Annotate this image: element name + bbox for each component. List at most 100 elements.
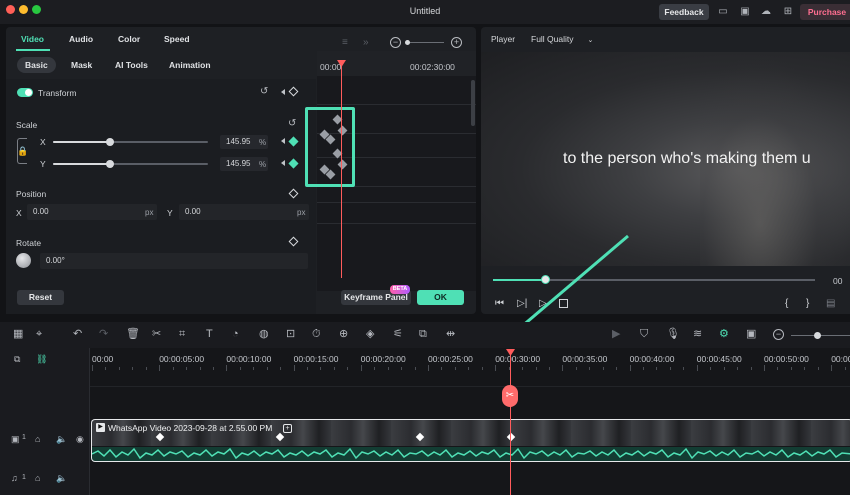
timeline-playhead xyxy=(510,352,511,495)
ruler-tick xyxy=(616,367,618,370)
ruler-tick xyxy=(320,367,322,370)
stabilize-icon[interactable]: ⊡ xyxy=(286,329,295,340)
ruler-tick xyxy=(481,367,483,370)
ruler-tick-label: 00:00:05:00 xyxy=(159,354,205,364)
ruler-tick xyxy=(118,367,120,370)
audio-track-number: 1 xyxy=(22,474,26,481)
ruler-tick-label: 00:00:15:00 xyxy=(293,354,339,364)
ruler-tick xyxy=(804,367,806,370)
ruler-tick xyxy=(468,367,470,370)
ruler-tick xyxy=(589,367,591,370)
eye-icon[interactable]: ◉ xyxy=(76,435,84,444)
ruler-tick xyxy=(159,365,161,371)
ruler-tick xyxy=(683,367,685,370)
ruler-tick xyxy=(629,365,631,371)
ruler-tick xyxy=(428,365,429,371)
ruler-tick xyxy=(441,367,443,370)
clip-play-icon: ▶ xyxy=(96,423,105,432)
folder-icon[interactable]: ⌂ xyxy=(35,435,40,444)
render-icon[interactable]: ▶ xyxy=(612,329,620,340)
crop-icon[interactable]: ⌗ xyxy=(179,329,185,340)
ruler-tick xyxy=(414,367,416,370)
ruler-tick xyxy=(696,365,698,371)
ruler-tick xyxy=(172,367,174,370)
clip-fx-icon[interactable]: + xyxy=(283,424,292,433)
undo-icon[interactable]: ↶ xyxy=(73,329,82,340)
timeline-zoom-out-icon[interactable]: − xyxy=(773,329,784,340)
timeline-zoom-thumb[interactable] xyxy=(814,332,821,339)
ruler-tick xyxy=(132,367,134,370)
ruler-tick-label: 00:00:45:00 xyxy=(696,354,742,364)
video-track-number: 1 xyxy=(22,434,26,441)
ruler-tick-label: 00:00:25:00 xyxy=(428,354,473,364)
ruler-tick xyxy=(105,367,107,370)
ruler-tick xyxy=(92,365,93,371)
link-icon[interactable]: ⛓ xyxy=(36,355,47,364)
add-track-icon[interactable]: ⧉ xyxy=(14,355,20,364)
ruler-tick xyxy=(266,367,268,370)
ruler-tick xyxy=(360,365,362,371)
ruler-tick xyxy=(293,365,295,371)
audio-mix-icon[interactable]: ⧉ xyxy=(419,329,427,340)
layout-icon[interactable]: ▦ xyxy=(13,329,23,340)
pip-icon[interactable]: ▣ xyxy=(746,329,756,340)
split-icon[interactable]: ⇹ xyxy=(446,329,455,340)
ruler-tick xyxy=(669,367,671,370)
ruler-tick xyxy=(333,367,335,370)
ruler-tick xyxy=(186,367,188,370)
ruler-tick xyxy=(347,367,349,370)
music-note-icon: ♫ xyxy=(11,473,18,483)
ruler-tick-label: 00:00 xyxy=(92,354,114,364)
color-palette-icon[interactable]: ◍ xyxy=(259,329,269,340)
ruler-tick xyxy=(737,367,739,370)
ruler-tick xyxy=(575,367,577,370)
ruler-tick xyxy=(831,365,833,371)
ruler-tick xyxy=(454,367,456,370)
ruler-tick-label: 00:00:50:00 xyxy=(764,354,809,364)
ruler-tick xyxy=(790,367,792,370)
ai-audio-icon[interactable]: ≋ xyxy=(693,329,702,340)
ruler-tick xyxy=(253,367,255,370)
ruler-tick-label: 00:00:40:00 xyxy=(629,354,675,364)
ruler-tick xyxy=(199,367,201,370)
speaker-icon[interactable]: 🔈 xyxy=(56,435,67,444)
ruler-tick xyxy=(401,367,403,370)
timer-icon[interactable]: ⏱ xyxy=(312,329,321,340)
video-track-icon: ▣ xyxy=(11,434,20,444)
snap-icon[interactable]: ⚙ xyxy=(719,329,729,340)
adjust-icon[interactable]: ⚟ xyxy=(393,329,403,340)
ruler-tick xyxy=(495,365,497,371)
track-divider xyxy=(90,386,850,387)
audio-speaker-icon[interactable]: 🔈 xyxy=(56,474,67,483)
clip-title: WhatsApp Video 2023-09-28 at 2.55.00 PM xyxy=(108,423,273,433)
ruler-tick xyxy=(522,367,524,370)
scissors-icon[interactable]: ✂ xyxy=(502,385,518,407)
ruler-tick xyxy=(548,367,550,370)
ruler-tick-label: 00:00:10:00 xyxy=(226,354,272,364)
marker-icon[interactable]: ⛉ xyxy=(640,329,648,340)
ruler-tick xyxy=(387,367,389,370)
redo-icon[interactable]: ↷ xyxy=(99,329,108,340)
ruler-tick xyxy=(710,367,712,370)
speed-icon[interactable]: ◔ xyxy=(232,329,239,340)
ruler-tick xyxy=(226,365,228,371)
select-tool-icon[interactable]: ⌖ xyxy=(36,329,42,340)
ruler-tick xyxy=(750,367,752,370)
ruler-tick xyxy=(723,367,725,370)
audio-folder-icon[interactable]: ⌂ xyxy=(35,474,40,483)
ruler-tick-label: 00:00:35:00 xyxy=(562,354,608,364)
ruler-tick-label: 00:00:20:00 xyxy=(360,354,406,364)
ruler-tick xyxy=(844,367,846,370)
cut-icon[interactable]: ✂ xyxy=(152,329,161,340)
delete-icon[interactable]: 🗑 xyxy=(126,329,140,340)
ruler-tick-label: 00:00:30:00 xyxy=(495,354,541,364)
motion-tracking-icon[interactable]: ⊕ xyxy=(339,329,348,340)
keyframe-tool-icon[interactable]: ◈ xyxy=(366,329,374,340)
ruler-tick xyxy=(817,367,819,370)
ruler-tick xyxy=(145,367,147,370)
ruler-tick xyxy=(764,365,765,371)
microphone-icon[interactable]: 🎙 xyxy=(666,329,680,340)
text-icon[interactable]: T xyxy=(206,329,213,340)
ruler-tick xyxy=(777,367,779,370)
ruler-tick xyxy=(239,367,241,370)
